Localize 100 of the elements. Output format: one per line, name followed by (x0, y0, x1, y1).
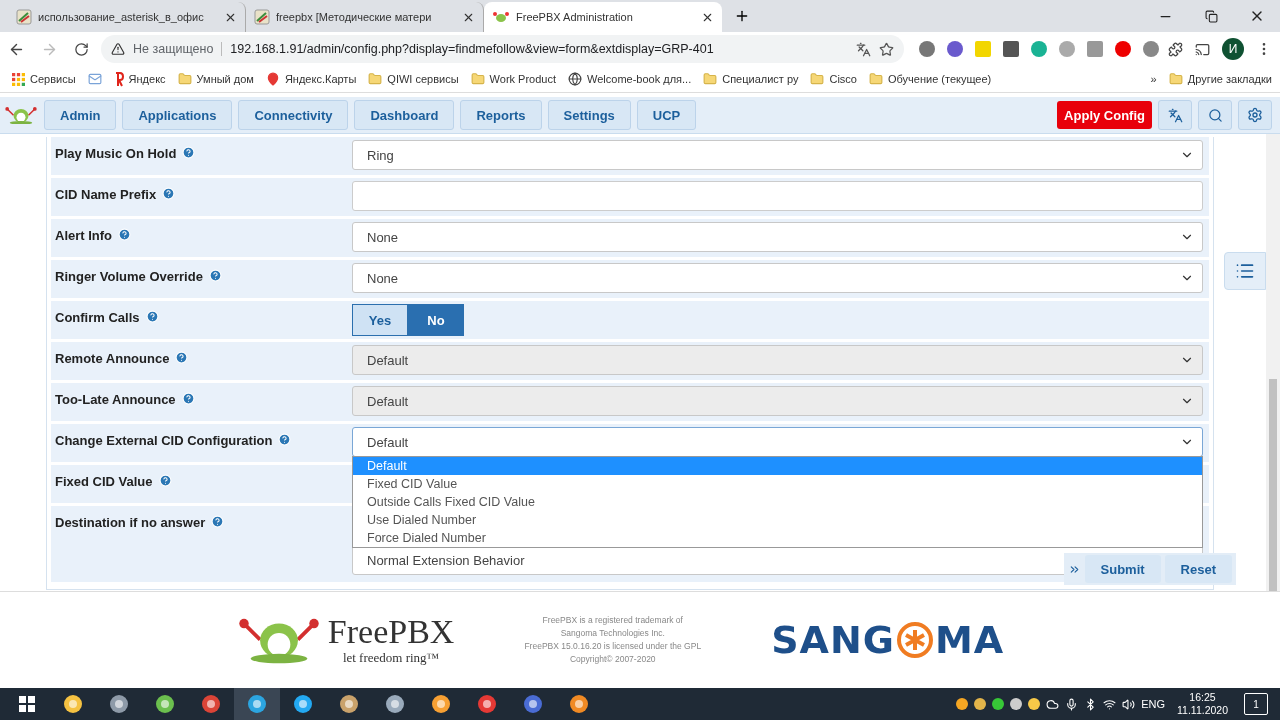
translate-icon (1167, 107, 1183, 123)
logo-name: FreePBX (327, 614, 455, 650)
profile-avatar[interactable]: И (1222, 38, 1244, 60)
dropdown-option[interactable]: Outside Calls Fixed CID Value (353, 493, 1202, 511)
frog-logo (4, 105, 38, 125)
help-icon[interactable] (175, 351, 189, 364)
nav-menu-button[interactable]: Applications (122, 100, 233, 130)
help-icon[interactable] (162, 187, 176, 200)
apply-config-button[interactable]: Apply Config (1057, 101, 1152, 129)
folder-icon (368, 72, 383, 86)
nav-menu-button[interactable]: Reports (460, 100, 542, 130)
bookmark-link[interactable]: Welcome-book для... (587, 73, 692, 85)
restore-icon[interactable] (1204, 9, 1218, 23)
extension-icon[interactable] (1115, 41, 1131, 57)
extensions-icon[interactable] (1168, 41, 1183, 57)
map-pin-icon (265, 72, 280, 86)
help-icon[interactable] (158, 474, 172, 487)
bookmark-link[interactable]: Work Product (489, 73, 556, 85)
bookmark-link[interactable]: Яндекс (128, 73, 166, 85)
microphone-icon[interactable] (1065, 697, 1079, 711)
more-bookmarks-link[interactable]: » (1150, 73, 1157, 85)
url-text: 192.168.1.91/admin/config.php?display=findmefollow&view=form&extdisplay=GRP-401 (230, 42, 715, 56)
help-icon[interactable] (181, 392, 195, 405)
bookmark-link[interactable]: Умный дом (196, 73, 254, 85)
folder-icon (810, 72, 825, 86)
extension-icon[interactable] (919, 41, 935, 57)
clock[interactable]: 16:25 11.11.2020 (1171, 691, 1234, 717)
nav-menu-button[interactable]: Connectivity (238, 100, 349, 130)
language-button[interactable] (1158, 100, 1192, 130)
list-toggle-button[interactable] (1224, 252, 1266, 290)
input-field[interactable] (352, 181, 1203, 211)
tray-icon[interactable] (1028, 698, 1041, 710)
extension-icon[interactable] (947, 41, 963, 57)
translate-icon[interactable] (856, 41, 871, 57)
scrollbar[interactable] (1266, 134, 1280, 591)
field-label: Change External CID Configuration (55, 433, 273, 448)
notifications-button[interactable]: 1 (1244, 693, 1268, 715)
cloud-icon[interactable] (1046, 697, 1060, 711)
dropdown-option[interactable]: Force Dialed Number (353, 529, 1202, 547)
legal-text: Sangoma Technologies Inc. (560, 627, 665, 640)
cast-icon[interactable] (1195, 41, 1210, 57)
dropdown-option[interactable]: Fixed CID Value (353, 475, 1202, 493)
volume-icon[interactable] (1122, 697, 1136, 711)
nav-menu-button[interactable]: Dashboard (354, 100, 455, 130)
nav-menu-button[interactable]: UCP (636, 100, 697, 130)
vendor-logo-text: MA (934, 618, 1005, 662)
help-icon[interactable] (182, 146, 196, 159)
toggle-option[interactable]: No (408, 304, 464, 336)
bookmark-link[interactable]: Сервисы (30, 73, 76, 85)
field-label: Too-Late Announce (55, 392, 176, 407)
tab-title: использование_asterisk_в_офис (38, 11, 205, 23)
bookmark-link[interactable]: Cisco (829, 73, 857, 85)
taskbar-app-icon[interactable] (234, 688, 280, 720)
field-label: Remote Announce (55, 351, 170, 366)
bookmark-link[interactable]: Яндекс.Карты (284, 73, 357, 85)
nav-menu-button[interactable]: Admin (44, 100, 117, 130)
wifi-icon[interactable] (1103, 697, 1117, 711)
help-icon[interactable] (118, 228, 132, 241)
search-button[interactable] (1198, 100, 1232, 130)
dropdown-select[interactable]: Ring (352, 140, 1203, 170)
help-icon[interactable] (211, 515, 225, 528)
tray-icon[interactable] (974, 698, 987, 710)
bookmark-link[interactable]: Другие закладки (1187, 73, 1272, 85)
browser-tab[interactable]: использование_asterisk_в_офис (8, 2, 246, 32)
browser-tab[interactable]: FreePBX Administration (484, 2, 722, 32)
nav-menu-button[interactable]: Settings (547, 100, 631, 130)
tray-icon[interactable] (1010, 698, 1023, 710)
toggle-option[interactable]: Yes (352, 304, 408, 336)
form-action-button[interactable]: Reset (1164, 555, 1232, 583)
logo-tagline: let freedom ring™ (342, 650, 440, 666)
browser-tab[interactable]: freepbx [Методические матери (246, 2, 484, 32)
tray-icon[interactable] (992, 698, 1005, 710)
document-icon (16, 9, 32, 25)
dropdown-option[interactable]: Use Dialed Number (353, 511, 1202, 529)
folder-icon (470, 72, 485, 86)
warning-icon (111, 42, 125, 56)
extension-icon[interactable] (1031, 41, 1047, 57)
language-indicator[interactable]: ENG (1141, 698, 1165, 710)
list-icon (1235, 261, 1255, 281)
reload-icon[interactable] (74, 41, 89, 57)
bookmark-link[interactable]: QIWI сервисы (387, 73, 459, 85)
bookmark-link[interactable]: Специалист ру (722, 73, 799, 85)
help-icon[interactable] (145, 310, 159, 323)
help-icon[interactable] (208, 269, 222, 282)
help-icon[interactable] (278, 433, 292, 446)
tray-icon[interactable] (956, 698, 969, 710)
form-action-button[interactable]: Submit (1084, 555, 1161, 583)
legal-text: FreePBX 15.0.16.20 is licensed under the GPL (524, 640, 702, 653)
new-tab-icon[interactable] (734, 8, 750, 24)
globe-icon (568, 72, 582, 86)
field-label: CID Name Prefix (55, 187, 157, 202)
extension-icon[interactable] (1143, 41, 1159, 57)
field-label: Ringer Volume Override (55, 269, 203, 284)
dropdown-select[interactable]: None (352, 222, 1203, 252)
folder-icon (703, 72, 718, 86)
dropdown-select[interactable]: None (352, 263, 1203, 293)
settings-button[interactable] (1238, 100, 1272, 130)
address-bar[interactable]: Не защищено 192.168.1.91/admin/config.php?display=findmefollow&view=form&extdisplay=GRP-401 (101, 35, 904, 63)
bookmark-link[interactable]: Обучение (текущее) (887, 73, 992, 85)
bookmark-star-icon[interactable] (879, 41, 894, 57)
